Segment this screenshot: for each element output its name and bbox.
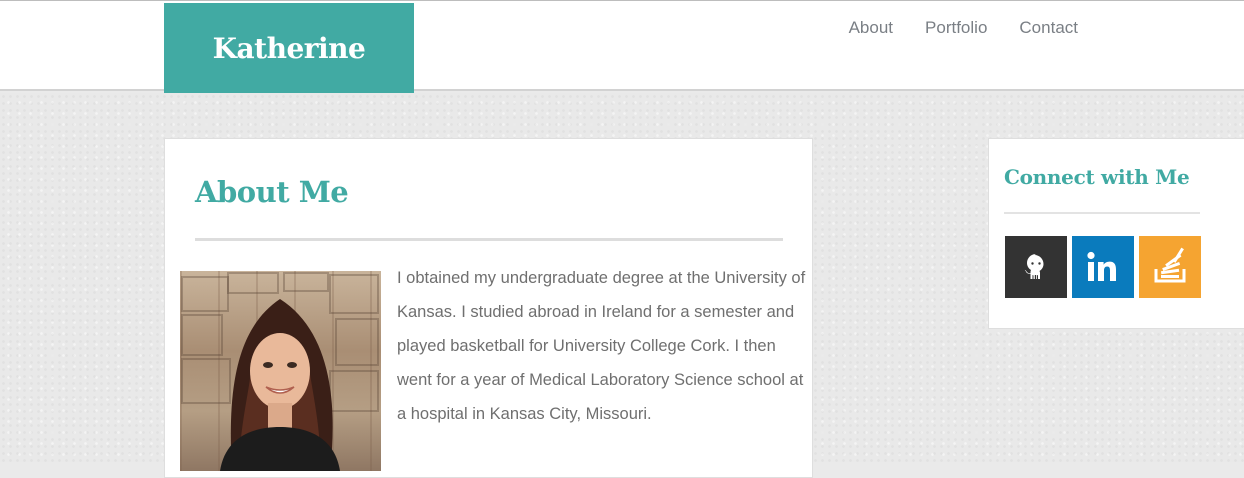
main-nav: About Portfolio Contact: [849, 17, 1078, 39]
connect-divider: [1004, 212, 1200, 214]
site-brand[interactable]: Katherine: [164, 3, 414, 93]
stackoverflow-icon: [1154, 247, 1186, 283]
nav-link-contact[interactable]: Contact: [1019, 17, 1078, 39]
social-links: [1005, 236, 1201, 298]
github-icon: [1024, 254, 1044, 279]
nav-link-about[interactable]: About: [849, 17, 893, 39]
stackoverflow-link[interactable]: [1139, 236, 1201, 298]
connect-title: Connect with Me: [1004, 165, 1190, 189]
about-card: About Me I obtained my undergraduate deg…: [164, 138, 813, 478]
connect-card: Connect with Me: [988, 138, 1244, 329]
about-bio: I obtained my undergraduate degree at th…: [397, 269, 806, 423]
nav-link-portfolio[interactable]: Portfolio: [925, 17, 987, 39]
github-link[interactable]: [1005, 236, 1067, 298]
about-title: About Me: [195, 175, 349, 209]
profile-photo-illustration: [181, 272, 379, 471]
about-divider: [195, 238, 783, 241]
linkedin-icon: [1087, 251, 1116, 281]
profile-photo: [180, 271, 381, 471]
site-header: Katherine About Portfolio Contact: [0, 0, 1244, 93]
linkedin-link[interactable]: [1072, 236, 1134, 298]
